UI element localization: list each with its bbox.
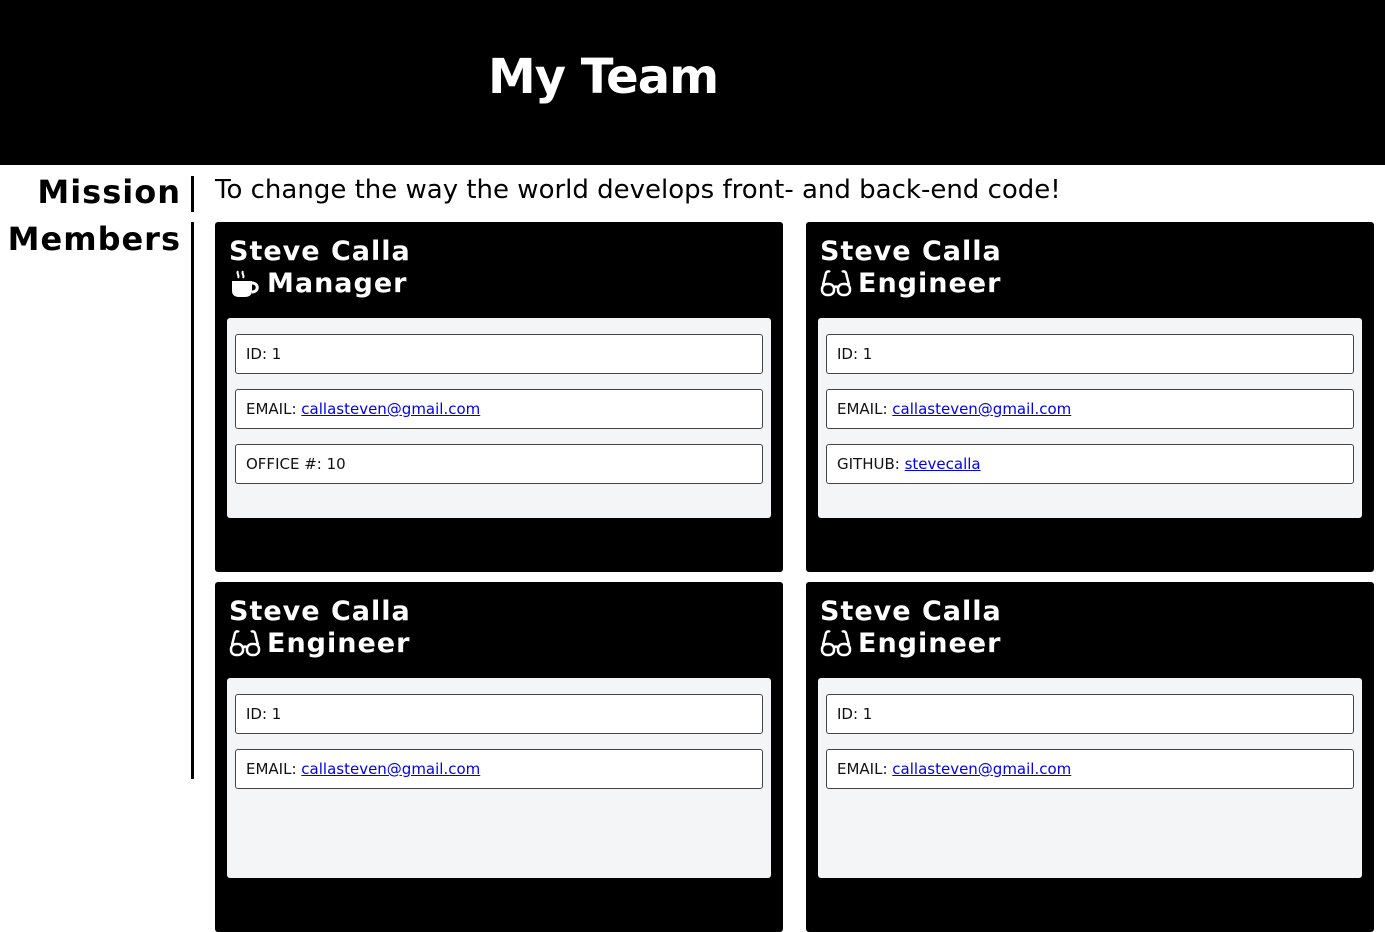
member-email-field: EMAIL: callasteven@gmail.com — [826, 389, 1354, 429]
member-role-label: Engineer — [858, 628, 1002, 659]
id-label: ID: — [246, 705, 272, 723]
id-value: 1 — [271, 345, 282, 363]
member-role: Engineer — [820, 268, 1001, 300]
member-role-label: Engineer — [858, 268, 1002, 299]
coffee-icon — [229, 269, 261, 299]
member-id-field: ID: 1 — [235, 694, 763, 734]
member-office-field: OFFICE #: 10 — [235, 444, 763, 484]
member-details: ID: 1 EMAIL: callasteven@gmail.com — [227, 678, 771, 878]
member-email-field: EMAIL: callasteven@gmail.com — [235, 749, 763, 789]
member-role: Engineer — [820, 628, 1001, 660]
page-title: My Team — [488, 49, 719, 105]
mission-label: Mission — [37, 173, 181, 211]
office-label: OFFICE #: — [246, 455, 327, 473]
id-label: ID: — [246, 345, 272, 363]
email-label: EMAIL: — [246, 760, 302, 778]
glasses-icon — [820, 629, 852, 659]
email-label: EMAIL: — [837, 400, 893, 418]
member-name: Steve Calla — [229, 596, 411, 627]
mission-divider — [191, 176, 194, 212]
member-card-engineer: Steve Calla Engineer ID: 1 EMAIL: callas… — [215, 582, 783, 932]
mission-text: To change the way the world develops fro… — [215, 175, 1061, 205]
members-divider — [191, 222, 194, 779]
member-id-field: ID: 1 — [235, 334, 763, 374]
github-link[interactable]: stevecalla — [905, 455, 981, 473]
member-card-engineer: Steve Calla Engineer ID: 1 EMAIL: callas… — [806, 222, 1374, 572]
email-label: EMAIL: — [837, 760, 893, 778]
id-value: 1 — [862, 345, 873, 363]
member-name: Steve Calla — [820, 236, 1002, 267]
member-role-label: Manager — [267, 268, 408, 299]
email-link[interactable]: callasteven@gmail.com — [892, 760, 1071, 778]
email-label: EMAIL: — [246, 400, 302, 418]
id-label: ID: — [837, 705, 863, 723]
member-email-field: EMAIL: callasteven@gmail.com — [826, 749, 1354, 789]
glasses-icon — [820, 269, 852, 299]
email-link[interactable]: callasteven@gmail.com — [301, 760, 480, 778]
member-id-field: ID: 1 — [826, 334, 1354, 374]
member-card-engineer: Steve Calla Engineer ID: 1 EMAIL: callas… — [806, 582, 1374, 932]
member-details: ID: 1 EMAIL: callasteven@gmail.com OFFIC… — [227, 318, 771, 518]
page-header: My Team — [0, 0, 1385, 165]
github-label: GITHUB: — [837, 455, 905, 473]
glasses-icon — [229, 629, 261, 659]
id-label: ID: — [837, 345, 863, 363]
id-value: 1 — [862, 705, 873, 723]
member-name: Steve Calla — [229, 236, 411, 267]
email-link[interactable]: callasteven@gmail.com — [301, 400, 480, 418]
member-details: ID: 1 EMAIL: callasteven@gmail.com GITHU… — [818, 318, 1362, 518]
member-role: Manager — [229, 268, 407, 300]
email-link[interactable]: callasteven@gmail.com — [892, 400, 1071, 418]
member-details: ID: 1 EMAIL: callasteven@gmail.com — [818, 678, 1362, 878]
member-id-field: ID: 1 — [826, 694, 1354, 734]
member-card-manager: Steve Calla Manager ID: 1 EMAIL: callast… — [215, 222, 783, 572]
member-role-label: Engineer — [267, 628, 411, 659]
office-value: 10 — [326, 455, 346, 473]
member-email-field: EMAIL: callasteven@gmail.com — [235, 389, 763, 429]
member-name: Steve Calla — [820, 596, 1002, 627]
member-github-field: GITHUB: stevecalla — [826, 444, 1354, 484]
members-label: Members — [7, 220, 181, 258]
member-role: Engineer — [229, 628, 410, 660]
id-value: 1 — [271, 705, 282, 723]
